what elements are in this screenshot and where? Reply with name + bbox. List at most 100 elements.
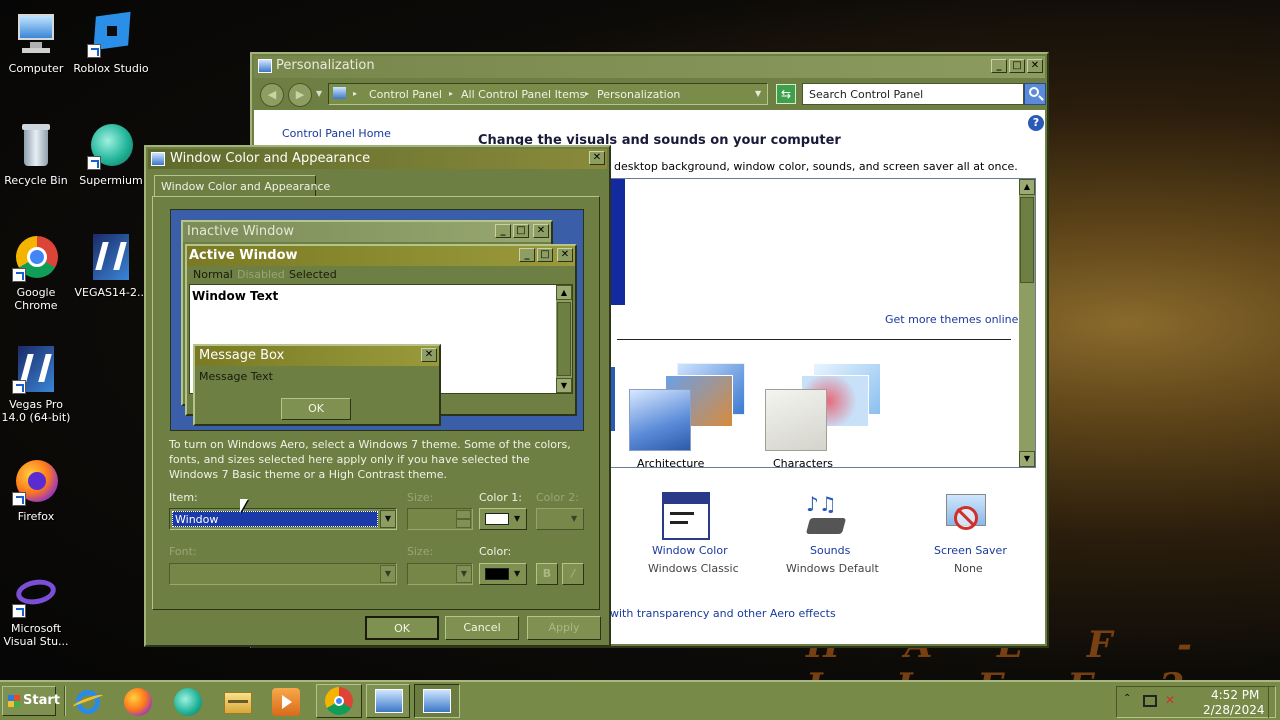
window-color-item[interactable]: Window Color Windows Classic (636, 486, 739, 582)
dialog-close-button[interactable]: ✕ (589, 151, 605, 165)
close-button[interactable]: ✕ (1027, 59, 1043, 73)
history-dropdown-icon[interactable]: ▼ (316, 89, 322, 98)
desktop-icon-computer[interactable]: Computer (0, 10, 74, 75)
desktop-icon-roblox-studio[interactable]: Roblox Studio (73, 10, 149, 75)
desktop-icon-vegas14[interactable]: VEGAS14-2... (73, 234, 149, 299)
sounds-item[interactable]: ♪♫ Sounds Windows Default (776, 486, 879, 582)
font-color-picker[interactable]: ▼ (479, 563, 527, 585)
font-size-select[interactable]: ▼ (407, 563, 473, 585)
apply-button[interactable]: Apply (527, 616, 601, 640)
address-dropdown-icon[interactable]: ▼ (755, 89, 761, 98)
font-dropdown-icon[interactable]: ▼ (380, 565, 396, 583)
italic-button[interactable]: / (562, 563, 584, 585)
tray-expand-icon[interactable]: ⌃ (1123, 693, 1131, 704)
start-button[interactable]: Start (2, 686, 60, 716)
tab-label: Window Color and Appearance (161, 180, 331, 193)
search-icon[interactable] (1024, 83, 1046, 105)
scroll-up-arrow-icon[interactable]: ▲ (1019, 179, 1035, 195)
roblox-studio-icon (87, 10, 135, 58)
scroll-thumb[interactable] (1020, 197, 1034, 283)
network-icon[interactable] (1143, 695, 1157, 707)
desktop-icon-recycle-bin[interactable]: Recycle Bin (0, 122, 74, 187)
tab-window-color[interactable]: Window Color and Appearance (154, 175, 330, 197)
show-desktop-button[interactable] (1268, 686, 1278, 718)
address-bar[interactable]: ▸ Control Panel ▸ All Control Panel Item… (328, 83, 768, 105)
scroll-down-arrow-icon[interactable]: ▼ (1019, 451, 1035, 467)
desktop-icon-firefox[interactable]: Firefox (0, 458, 74, 523)
shortcut-arrow-icon (87, 156, 101, 170)
font-size-dropdown-icon[interactable]: ▼ (456, 565, 472, 583)
desktop-icon-label: Roblox Studio (73, 62, 149, 75)
preview-message-box: Message Box ✕ Message Text OK (193, 344, 441, 426)
clock-date[interactable]: 2/28/2024 (1203, 703, 1265, 717)
system-tray: ⌃ ✕ 4:52 PM 2/28/2024 (1116, 686, 1276, 718)
preview-active-title: Active Window (189, 248, 298, 263)
breadcrumb-all-items[interactable]: All Control Panel Items (461, 88, 585, 101)
apply-label: Apply (548, 621, 580, 634)
bold-button[interactable]: B (536, 563, 558, 585)
screen-saver-title[interactable]: Screen Saver (934, 544, 1007, 557)
theme-list-scrollbar[interactable]: ▲ ▼ (1019, 179, 1035, 467)
file-explorer-icon[interactable] (224, 688, 252, 716)
sounds-title[interactable]: Sounds (810, 544, 850, 557)
size-spinner[interactable] (407, 508, 473, 530)
size-spin-up-icon[interactable] (456, 510, 471, 519)
theme-color-swatch (765, 389, 827, 451)
breadcrumb-chevron-icon: ▸ (449, 89, 454, 98)
personalization-titlebar[interactable]: Personalization _ □ ✕ (254, 56, 1045, 78)
desktop-icon-visual-studio[interactable]: Microsoft Visual Stu... (0, 570, 74, 648)
window-color-dialog[interactable]: Window Color and Appearance ✕ Window Col… (144, 145, 611, 647)
aero-effects-link[interactable]: with transparency and other Aero effects (610, 607, 836, 620)
chrome-taskbar-button[interactable] (316, 684, 362, 718)
desktop-icon-label: Microsoft Visual Stu... (3, 622, 69, 648)
preview-message-title: Message Box (199, 348, 285, 363)
control-panel-home-link[interactable]: Control Panel Home (282, 127, 391, 140)
item-select[interactable]: Window ▼ (169, 508, 397, 530)
search-input[interactable]: Search Control Panel (802, 83, 1024, 105)
item-select-value-box: Window (172, 511, 378, 527)
preview-scrollbar: ▲ ▼ (556, 285, 572, 393)
desktop-icon-label: VEGAS14-2... (74, 286, 148, 299)
window-color-title[interactable]: Window Color (652, 544, 728, 557)
dialog-titlebar[interactable]: Window Color and Appearance ✕ (148, 149, 607, 169)
media-player-icon[interactable] (272, 688, 300, 716)
maximize-button[interactable]: □ (1009, 59, 1025, 73)
cancel-button[interactable]: Cancel (445, 616, 519, 640)
forward-button[interactable]: ▶ (288, 83, 312, 107)
clock-time[interactable]: 4:52 PM (1211, 688, 1259, 702)
breadcrumb-control-panel[interactable]: Control Panel (369, 88, 442, 101)
window-color-taskbar-button[interactable] (414, 684, 460, 718)
get-more-themes-link[interactable]: Get more themes online (885, 313, 1018, 326)
back-button[interactable]: ◀ (260, 83, 284, 107)
theme-architecture[interactable]: Architecture (629, 359, 749, 470)
internet-explorer-icon[interactable] (71, 688, 105, 716)
desktop-icon-vegas-pro[interactable]: Vegas Pro 14.0 (64-bit) (0, 346, 74, 424)
volume-muted-icon[interactable]: ✕ (1165, 693, 1175, 707)
help-icon[interactable]: ? (1028, 115, 1044, 131)
size-spin-down-icon[interactable] (456, 519, 471, 528)
shortcut-arrow-icon (12, 268, 26, 282)
breadcrumb-personalization[interactable]: Personalization (597, 88, 680, 101)
font-select[interactable]: ▼ (169, 563, 397, 585)
minimize-button[interactable]: _ (991, 59, 1007, 73)
desktop-icon-supermium[interactable]: Supermium (73, 122, 149, 187)
color1-picker[interactable]: ▼ (479, 508, 527, 530)
screen-saver-item[interactable]: Screen Saver None (916, 486, 1016, 582)
visual-studio-icon (12, 570, 60, 618)
color2-picker[interactable]: ▼ (536, 508, 584, 530)
firefox-taskbar-icon[interactable] (124, 688, 152, 716)
control-panel-small-icon (333, 87, 346, 99)
supermium-taskbar-icon[interactable] (174, 688, 202, 716)
desktop-icon-google-chrome[interactable]: Google Chrome (0, 234, 74, 312)
theme-list[interactable]: Get more themes online Architecture Char… (608, 178, 1036, 470)
supermium-icon (87, 122, 135, 170)
item-dropdown-icon[interactable]: ▼ (380, 510, 396, 528)
size-label: Size: (407, 491, 434, 504)
theme-preview-strip (609, 179, 625, 305)
theme-characters[interactable]: Characters (765, 359, 895, 470)
ok-button[interactable]: OK (365, 616, 439, 640)
control-panel-taskbar-button[interactable] (366, 684, 410, 718)
desktop-icon-label: Recycle Bin (4, 174, 68, 187)
refresh-button[interactable]: ⇆ (776, 84, 796, 104)
shortcut-arrow-icon (12, 380, 26, 394)
